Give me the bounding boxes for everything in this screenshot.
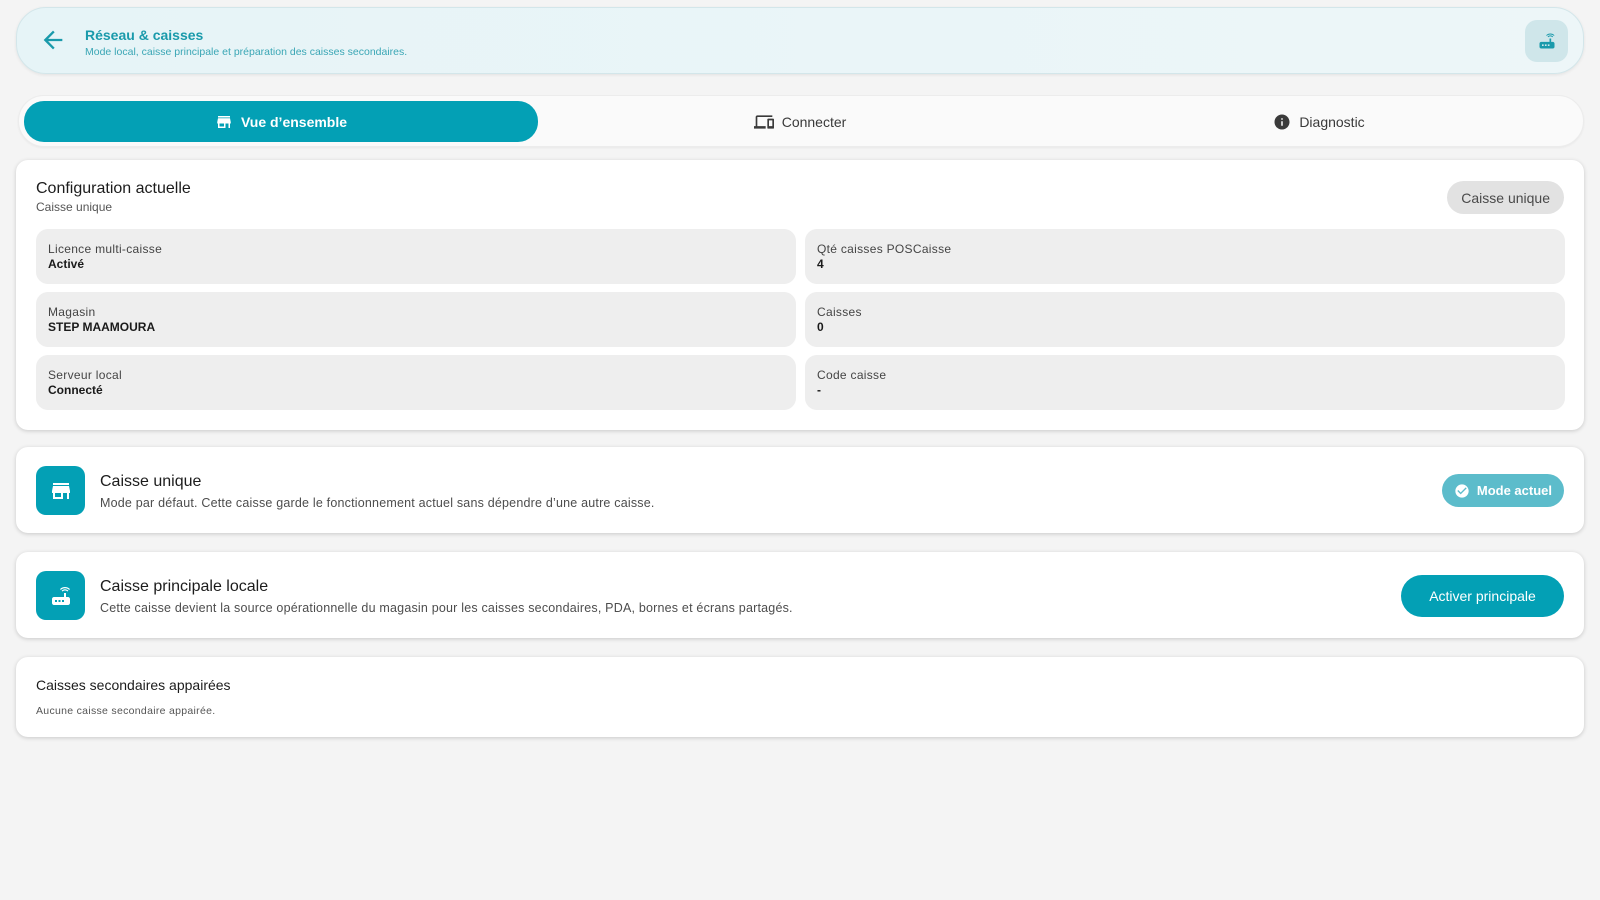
page-subtitle: Mode local, caisse principale et prépara… xyxy=(85,46,408,58)
router-icon xyxy=(1539,33,1554,49)
mode-title: Caisse principale locale xyxy=(100,578,269,595)
info-label: Caisses xyxy=(817,305,862,319)
mode-icon-container xyxy=(36,466,85,515)
info-value: 0 xyxy=(817,320,824,334)
paired-registers-card: Caisses secondaires appairées Aucune cai… xyxy=(16,657,1584,737)
page-title: Réseau & caisses xyxy=(85,27,204,43)
info-value: Connecté xyxy=(48,383,103,397)
info-icon xyxy=(1274,114,1290,129)
tab-bar: Vue d’ensemble Connecter Diagnostic xyxy=(18,95,1584,147)
config-subtitle: Caisse unique xyxy=(36,200,113,214)
mode-description: Cette caisse devient la source opération… xyxy=(100,601,793,615)
info-store: Magasin STEP MAAMOURA xyxy=(36,292,796,347)
tab-diagnostic-label: Diagnostic xyxy=(1299,113,1365,130)
info-register-code: Code caisse - xyxy=(805,355,1565,410)
info-label: Serveur local xyxy=(48,368,122,382)
info-label: Magasin xyxy=(48,305,96,319)
devices-icon xyxy=(753,114,774,129)
info-label: Qté caisses POSCaisse xyxy=(817,242,952,256)
info-value: 4 xyxy=(817,257,824,271)
mode-single-register-card: Caisse unique Mode par défaut. Cette cai… xyxy=(16,447,1584,533)
tab-overview-label: Vue d’ensemble xyxy=(240,113,348,130)
info-value: STEP MAAMOURA xyxy=(48,320,156,334)
tab-diagnostic[interactable]: Diagnostic xyxy=(1062,101,1576,142)
activate-main-button[interactable]: Activer principale xyxy=(1401,575,1564,617)
check-circle-icon xyxy=(1455,483,1469,498)
current-mode-badge: Mode actuel xyxy=(1441,474,1564,507)
config-mode-badge: Caisse unique xyxy=(1447,181,1564,214)
paired-title: Caisses secondaires appairées xyxy=(36,677,231,693)
tab-connect-label: Connecter xyxy=(781,113,847,130)
info-label: Code caisse xyxy=(817,368,887,382)
info-license: Licence multi-caisse Activé xyxy=(36,229,796,284)
app-header: Réseau & caisses Mode local, caisse prin… xyxy=(16,7,1584,74)
tab-connect[interactable]: Connecter xyxy=(543,101,1057,142)
info-registers: Caisses 0 xyxy=(805,292,1565,347)
mode-main-register-card: Caisse principale locale Cette caisse de… xyxy=(16,552,1584,638)
mode-icon-container xyxy=(36,571,85,620)
current-mode-label: Mode actuel xyxy=(1476,483,1552,498)
arrow-left-icon xyxy=(43,30,63,50)
info-value: Activé xyxy=(48,257,85,271)
mode-title: Caisse unique xyxy=(100,473,202,490)
store-icon xyxy=(217,115,231,128)
config-title: Configuration actuelle xyxy=(36,180,191,197)
paired-empty-text: Aucune caisse secondaire appairée. xyxy=(36,705,216,717)
tab-overview[interactable]: Vue d’ensemble xyxy=(24,101,538,142)
store-icon xyxy=(51,482,70,499)
current-config-card: Configuration actuelle Caisse unique Cai… xyxy=(16,160,1584,430)
info-register-count: Qté caisses POSCaisse 4 xyxy=(805,229,1565,284)
router-icon xyxy=(51,586,70,605)
info-label: Licence multi-caisse xyxy=(48,242,163,256)
info-value: - xyxy=(817,383,821,397)
back-button[interactable] xyxy=(39,26,67,54)
info-local-server: Serveur local Connecté xyxy=(36,355,796,410)
mode-description: Mode par défaut. Cette caisse garde le f… xyxy=(100,496,655,510)
router-button[interactable] xyxy=(1525,20,1568,62)
